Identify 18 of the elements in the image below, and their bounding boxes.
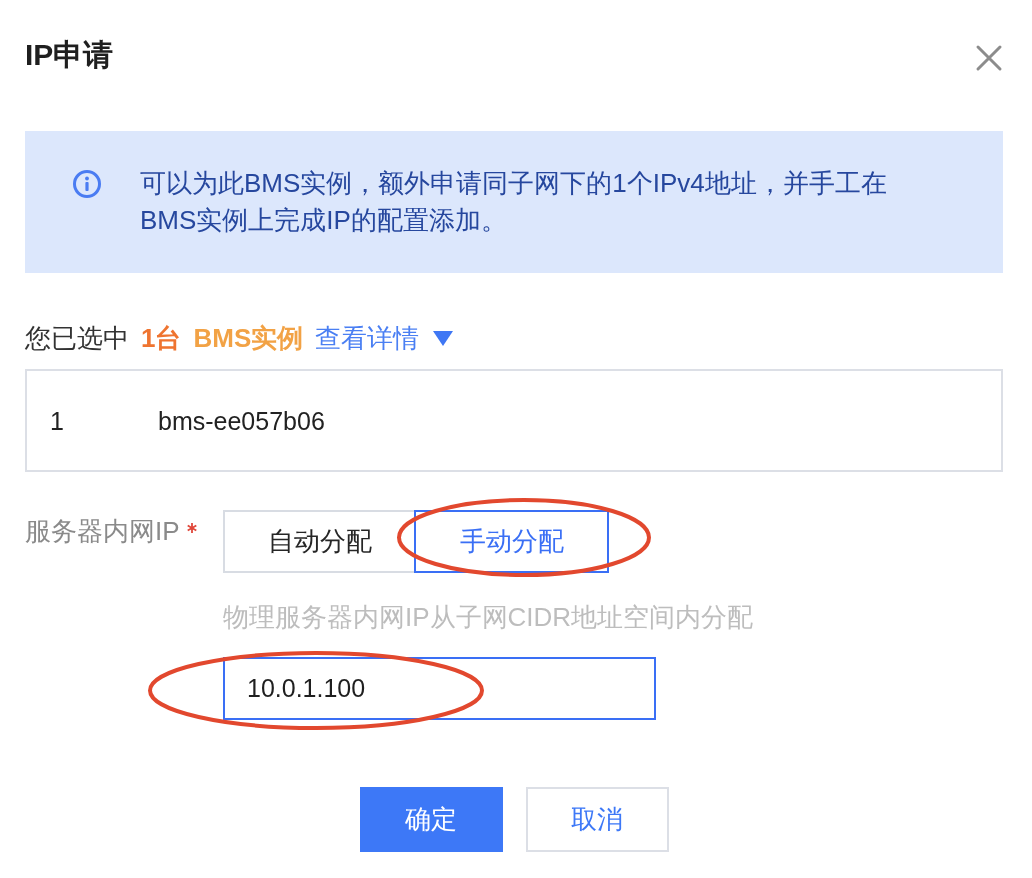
caret-down-icon[interactable] [433, 330, 454, 346]
ip-input[interactable]: 10.0.1.100 [223, 657, 656, 720]
close-icon[interactable] [975, 44, 1003, 72]
notice-text: 可以为此BMS实例，额外申请同子网下的1个IPv4地址，并手工在BMS实例上完成IP的配置添加。 [140, 167, 888, 237]
confirm-button[interactable]: 确定 [359, 787, 503, 852]
selected-label: 您已选中 [25, 321, 129, 355]
segment-option[interactable]: 手动分配 [414, 510, 609, 573]
info-icon [72, 169, 102, 199]
instance-name: bms-ee057b06 [158, 405, 325, 437]
instance-count: 1台 [141, 321, 182, 355]
segment-option[interactable]: 自动分配 [223, 510, 416, 573]
field-label: 服务器内网IP [25, 515, 180, 548]
dialog-title: IP申请 [25, 37, 114, 73]
cancel-button[interactable]: 取消 [525, 787, 669, 852]
field-hint: 物理服务器内网IP从子网CIDR地址空间内分配 [223, 601, 754, 634]
view-details-link[interactable]: 查看详情 [315, 320, 420, 356]
instance-type: BMS实例 [193, 321, 304, 355]
row-index: 1 [50, 405, 65, 437]
